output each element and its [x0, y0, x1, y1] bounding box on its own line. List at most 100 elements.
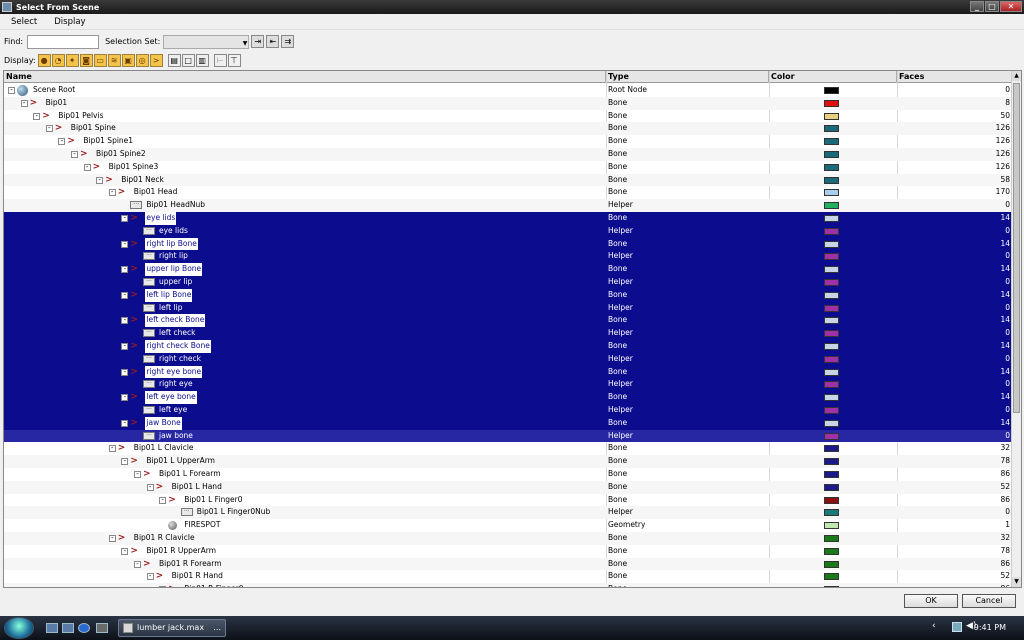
- row-color-swatch[interactable]: [824, 368, 839, 376]
- lights-filter-icon[interactable]: ✦: [65, 53, 79, 67]
- table-row[interactable]: - > upper lip Bone Bone 14: [4, 263, 1012, 276]
- table-row[interactable]: ··· right lip Helper 0: [4, 250, 1012, 264]
- expand-toggle-icon[interactable]: -: [121, 240, 129, 248]
- row-color-swatch[interactable]: [824, 189, 839, 197]
- bones-filter-icon[interactable]: >: [149, 53, 163, 67]
- dependents-icon[interactable]: ⊤: [227, 53, 241, 67]
- row-color-swatch[interactable]: [824, 202, 839, 210]
- cameras-filter-icon[interactable]: ◙: [79, 53, 93, 67]
- row-color-swatch[interactable]: [824, 419, 839, 427]
- table-row[interactable]: ··· Bip01 L Finger0Nub Helper 0: [4, 506, 1012, 520]
- display-all-icon[interactable]: ▤: [167, 53, 181, 67]
- xrefs-filter-icon[interactable]: ◎: [135, 53, 149, 67]
- row-color-swatch[interactable]: [824, 496, 839, 504]
- table-row[interactable]: ··· left eye Helper 0: [4, 404, 1012, 417]
- row-color-swatch[interactable]: [824, 381, 839, 389]
- table-row[interactable]: ··· left check Helper 0: [4, 327, 1012, 340]
- table-row[interactable]: - > right check Bone Bone 14: [4, 340, 1012, 353]
- row-color-swatch[interactable]: [824, 317, 839, 325]
- row-color-swatch[interactable]: [824, 138, 839, 146]
- table-row[interactable]: ··· upper lip Helper 0: [4, 276, 1012, 289]
- minimize-button[interactable]: _: [970, 1, 984, 12]
- table-row[interactable]: - Scene Root Root Node 0: [4, 84, 1012, 97]
- row-color-swatch[interactable]: [824, 509, 839, 517]
- display-invert-icon[interactable]: ▥: [195, 53, 209, 67]
- table-row[interactable]: - > Bip01 L Finger0 Bone 86: [4, 494, 1012, 507]
- column-header-faces[interactable]: Faces: [897, 71, 1012, 83]
- table-row[interactable]: - > left eye bone Bone 14: [4, 391, 1012, 404]
- row-color-swatch[interactable]: [824, 573, 839, 581]
- add-set-button[interactable]: ⇤: [266, 35, 280, 48]
- expand-toggle-icon[interactable]: -: [121, 343, 129, 350]
- expand-toggle-icon[interactable]: -: [121, 215, 129, 222]
- expand-toggle-icon[interactable]: -: [159, 496, 167, 504]
- scroll-down-icon[interactable]: ▼: [1012, 577, 1021, 587]
- row-color-swatch[interactable]: [824, 215, 839, 222]
- table-row[interactable]: - > Bip01 Head Bone 170: [4, 186, 1012, 199]
- table-row[interactable]: - > Bip01 Spine Bone 126: [4, 122, 1012, 136]
- row-color-swatch[interactable]: [824, 560, 839, 568]
- expand-toggle-icon[interactable]: -: [146, 483, 154, 491]
- expand-toggle-icon[interactable]: -: [121, 291, 129, 299]
- expand-toggle-icon[interactable]: -: [121, 458, 129, 466]
- table-row[interactable]: - > jaw Bone Bone 14: [4, 416, 1012, 430]
- table-row[interactable]: - > Bip01 Spine3 Bone 126: [4, 161, 1012, 174]
- row-color-swatch[interactable]: [824, 432, 839, 440]
- show-desktop-icon[interactable]: [46, 623, 58, 633]
- table-row[interactable]: FIRESPOT Geometry 1: [4, 519, 1012, 532]
- row-color-swatch[interactable]: [824, 266, 839, 274]
- expand-toggle-icon[interactable]: -: [20, 99, 28, 107]
- row-color-swatch[interactable]: [824, 279, 839, 286]
- table-row[interactable]: - > Bip01 Pelvis Bone 50: [4, 110, 1012, 123]
- expand-toggle-icon[interactable]: -: [96, 176, 104, 184]
- geometry-filter-icon[interactable]: ●: [37, 53, 51, 67]
- cancel-button[interactable]: Cancel: [962, 594, 1016, 608]
- scroll-up-icon[interactable]: ▲: [1012, 71, 1021, 81]
- expand-toggle-icon[interactable]: -: [83, 163, 91, 171]
- table-row[interactable]: ··· right eye Helper 0: [4, 378, 1012, 392]
- row-color-swatch[interactable]: [824, 407, 839, 414]
- close-button[interactable]: ✕: [1000, 1, 1022, 12]
- column-header-color[interactable]: Color: [769, 71, 897, 83]
- table-row[interactable]: -> Bip01 R Finger0 Bone 86: [4, 583, 1012, 587]
- row-color-swatch[interactable]: [824, 522, 839, 530]
- table-row[interactable]: - > Bip01 R Forearm Bone 86: [4, 557, 1012, 571]
- expand-toggle-icon[interactable]: -: [8, 87, 15, 94]
- table-row[interactable]: - > Bip01 L UpperArm Bone 78: [4, 455, 1012, 468]
- expand-toggle-icon[interactable]: -: [71, 151, 78, 158]
- row-color-swatch[interactable]: [824, 176, 839, 184]
- maximize-button[interactable]: □: [985, 1, 999, 12]
- expand-toggle-icon[interactable]: -: [146, 573, 154, 581]
- row-color-swatch[interactable]: [824, 483, 839, 491]
- groups-filter-icon[interactable]: ▣: [121, 53, 135, 67]
- scroll-thumb[interactable]: [1013, 83, 1020, 413]
- row-color-swatch[interactable]: [824, 87, 839, 94]
- expand-toggle-icon[interactable]: -: [58, 138, 66, 146]
- shapes-filter-icon[interactable]: ◔: [51, 53, 65, 67]
- expand-toggle-icon[interactable]: -: [121, 266, 129, 274]
- expand-toggle-icon[interactable]: -: [121, 368, 129, 376]
- row-color-swatch[interactable]: [824, 151, 839, 158]
- row-color-swatch[interactable]: [824, 227, 839, 235]
- table-row[interactable]: ··· eye lids Helper 0: [4, 224, 1012, 238]
- table-row[interactable]: - > left check Bone Bone 14: [4, 314, 1012, 328]
- find-input[interactable]: [27, 34, 100, 49]
- table-row[interactable]: - > Bip01 L Forearm Bone 86: [4, 468, 1012, 481]
- remove-set-button[interactable]: ⇉: [281, 35, 295, 48]
- row-color-swatch[interactable]: [824, 304, 839, 312]
- expand-toggle-icon[interactable]: -: [134, 471, 141, 478]
- expand-toggle-icon[interactable]: -: [45, 125, 53, 133]
- row-color-swatch[interactable]: [824, 330, 839, 338]
- row-color-swatch[interactable]: [824, 343, 839, 350]
- expand-toggle-icon[interactable]: -: [121, 419, 129, 427]
- table-row[interactable]: - > Bip01 L Clavicle Bone 32: [4, 442, 1012, 455]
- row-color-swatch[interactable]: [824, 445, 839, 453]
- table-row[interactable]: - > Bip01 R Clavicle Bone 32: [4, 532, 1012, 545]
- row-color-swatch[interactable]: [824, 125, 839, 133]
- table-row[interactable]: - > Bip01 Spine2 Bone 126: [4, 148, 1012, 161]
- row-color-swatch[interactable]: [824, 471, 839, 478]
- row-color-swatch[interactable]: [824, 355, 839, 363]
- menu-select[interactable]: Select: [0, 17, 43, 27]
- ok-button[interactable]: OK: [904, 594, 958, 608]
- expand-toggle-icon[interactable]: -: [121, 317, 129, 325]
